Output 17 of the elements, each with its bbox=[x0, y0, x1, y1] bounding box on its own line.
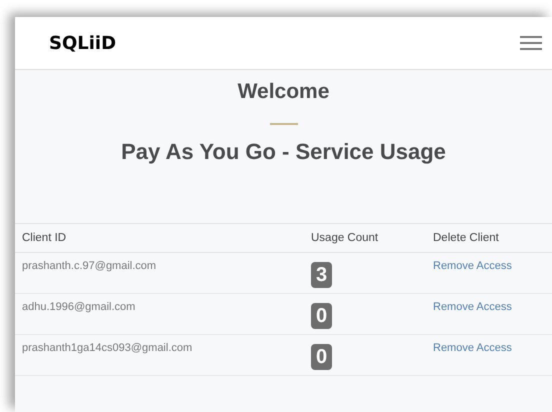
column-header: Usage Count bbox=[304, 224, 426, 252]
usage-count-badge: 3 bbox=[311, 262, 332, 288]
usage-count-badge: 0 bbox=[311, 344, 332, 370]
page-title: Pay As You Go - Service Usage bbox=[121, 139, 446, 165]
menu-icon[interactable] bbox=[520, 36, 542, 50]
remove-access-link[interactable]: Remove Access bbox=[433, 342, 512, 354]
client-email: prashanth.c.97@gmail.com bbox=[22, 260, 156, 272]
heading-divider bbox=[270, 123, 298, 125]
client-email: prashanth1ga14cs093@gmail.com bbox=[22, 342, 192, 354]
welcome-heading: Welcome bbox=[238, 80, 330, 104]
remove-access-link[interactable]: Remove Access bbox=[433, 301, 512, 313]
column-header: Delete Client bbox=[426, 224, 552, 252]
usage-count-badge: 0 bbox=[311, 303, 332, 329]
remove-access-link[interactable]: Remove Access bbox=[433, 260, 512, 272]
client-email: adhu.1996@gmail.com bbox=[22, 301, 136, 313]
column-header: Client ID bbox=[15, 224, 304, 252]
brand-logo[interactable]: SQLiiD bbox=[49, 32, 116, 54]
